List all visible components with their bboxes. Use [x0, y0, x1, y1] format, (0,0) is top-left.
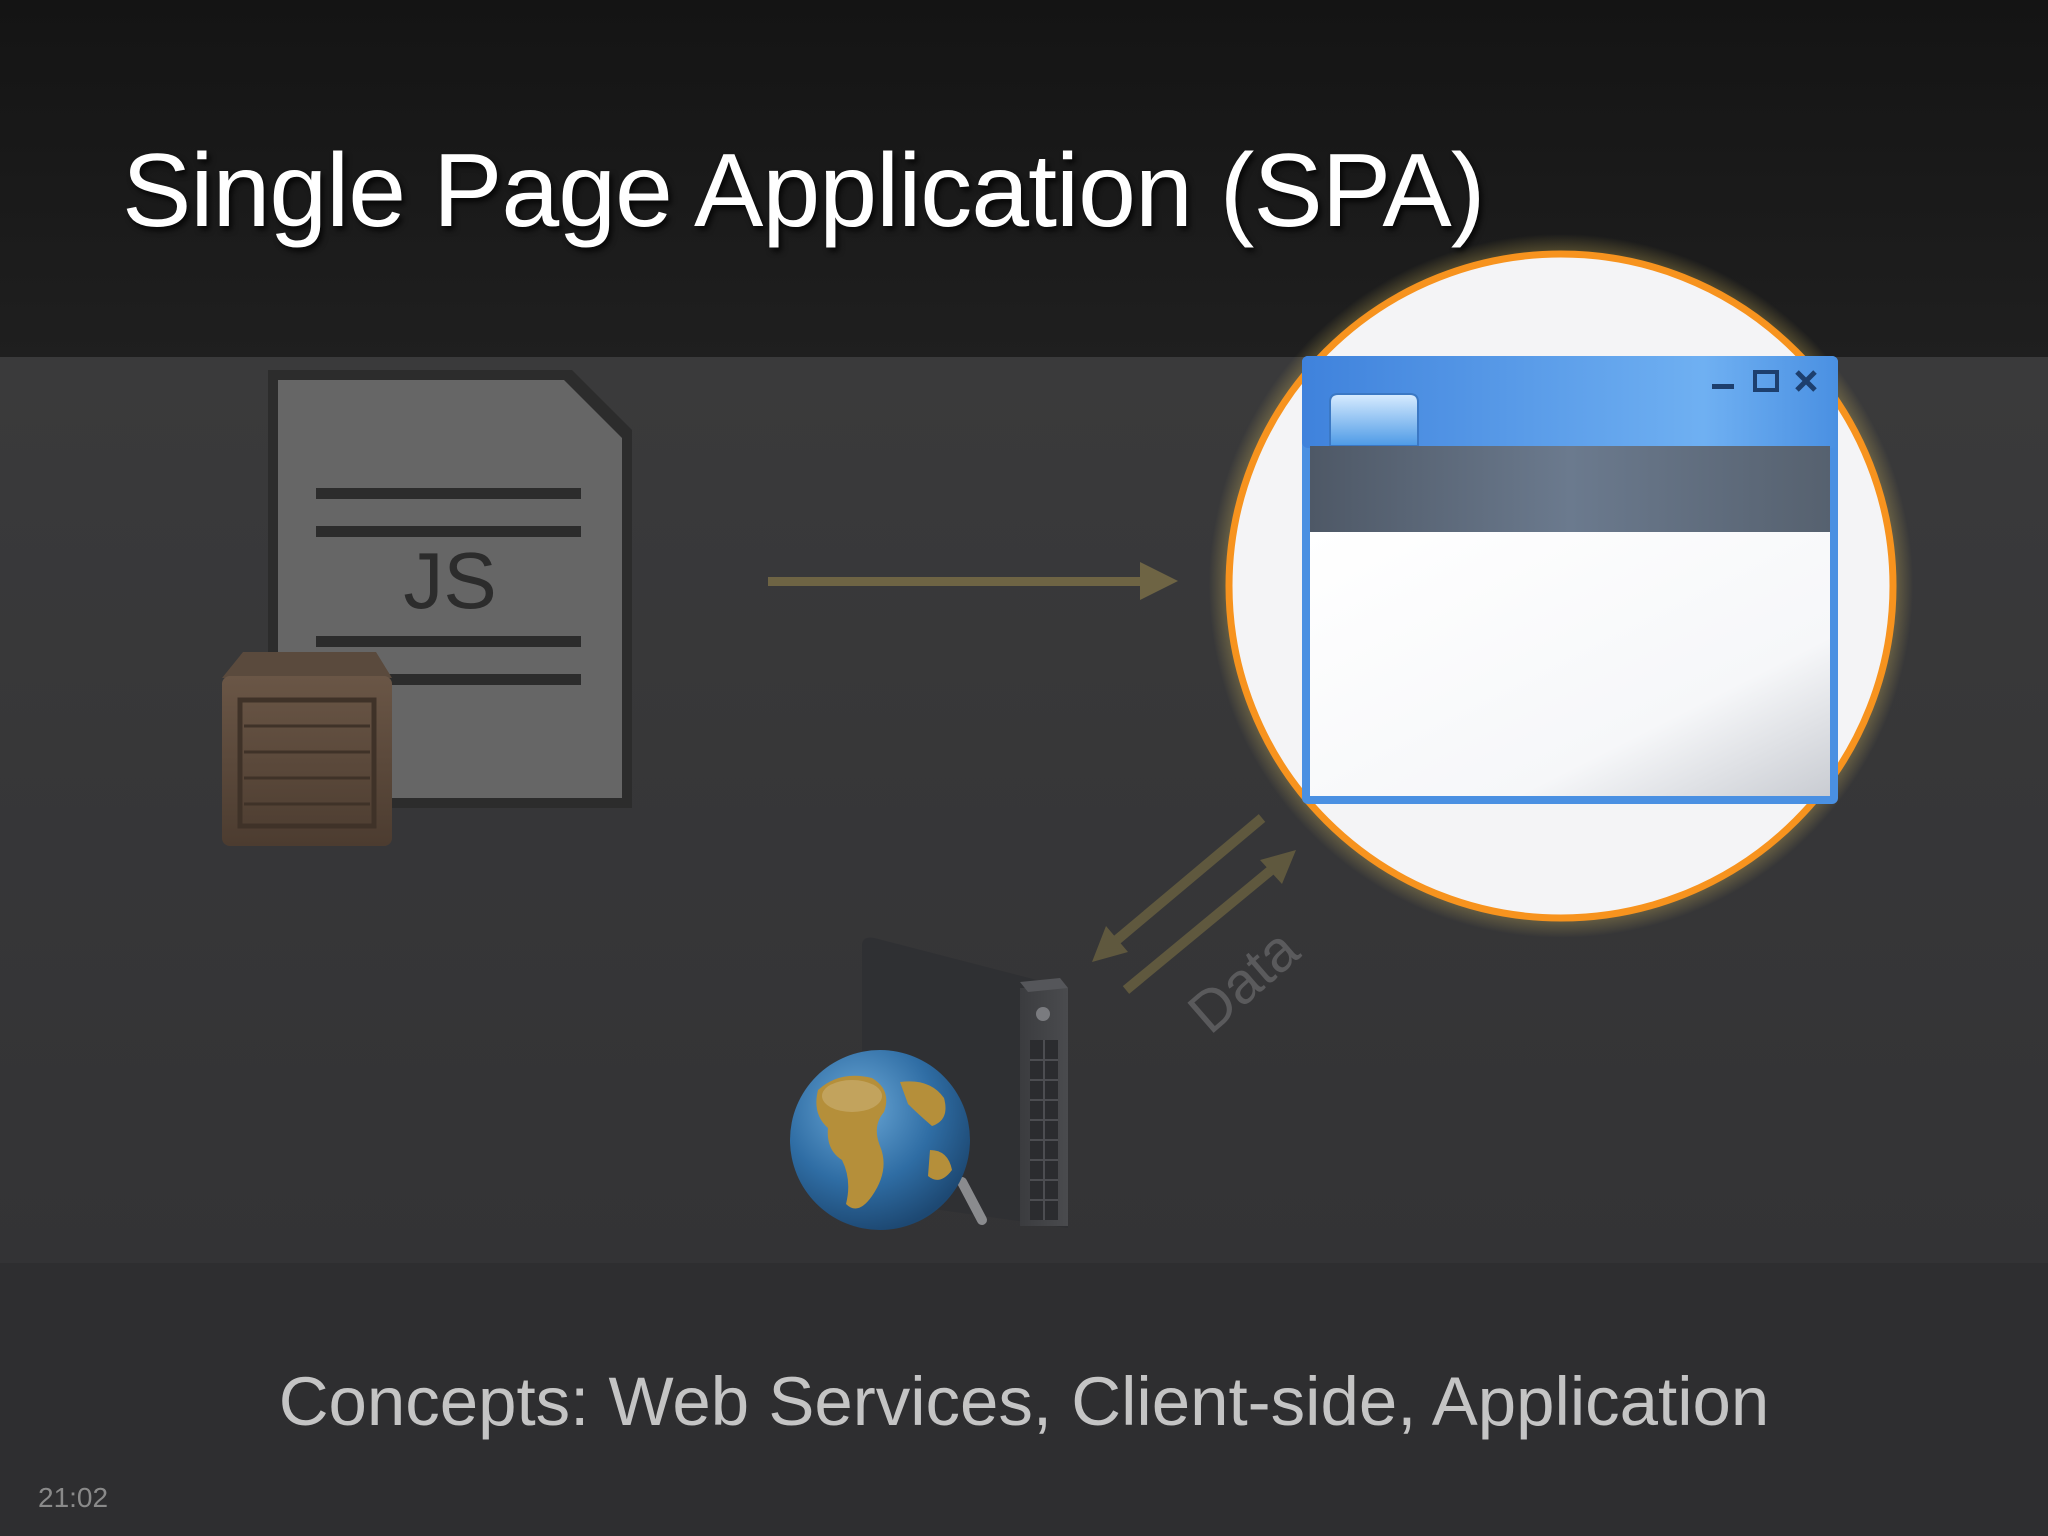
package-crate-icon: [222, 652, 392, 846]
concepts-caption: Concepts: Web Services, Client-side, App…: [278, 1363, 1770, 1440]
slide: Single Page Application (SPA) JS Data Co…: [0, 0, 2048, 1536]
load-arrow: [768, 562, 1178, 600]
timestamp: 21:02: [38, 1482, 109, 1513]
spa-diagram: JS Data: [222, 234, 1913, 1230]
minimize-icon: [1712, 384, 1734, 389]
globe-icon: [790, 1050, 970, 1230]
js-file-label: JS: [403, 536, 496, 625]
browser-window-icon: [1302, 356, 1838, 804]
